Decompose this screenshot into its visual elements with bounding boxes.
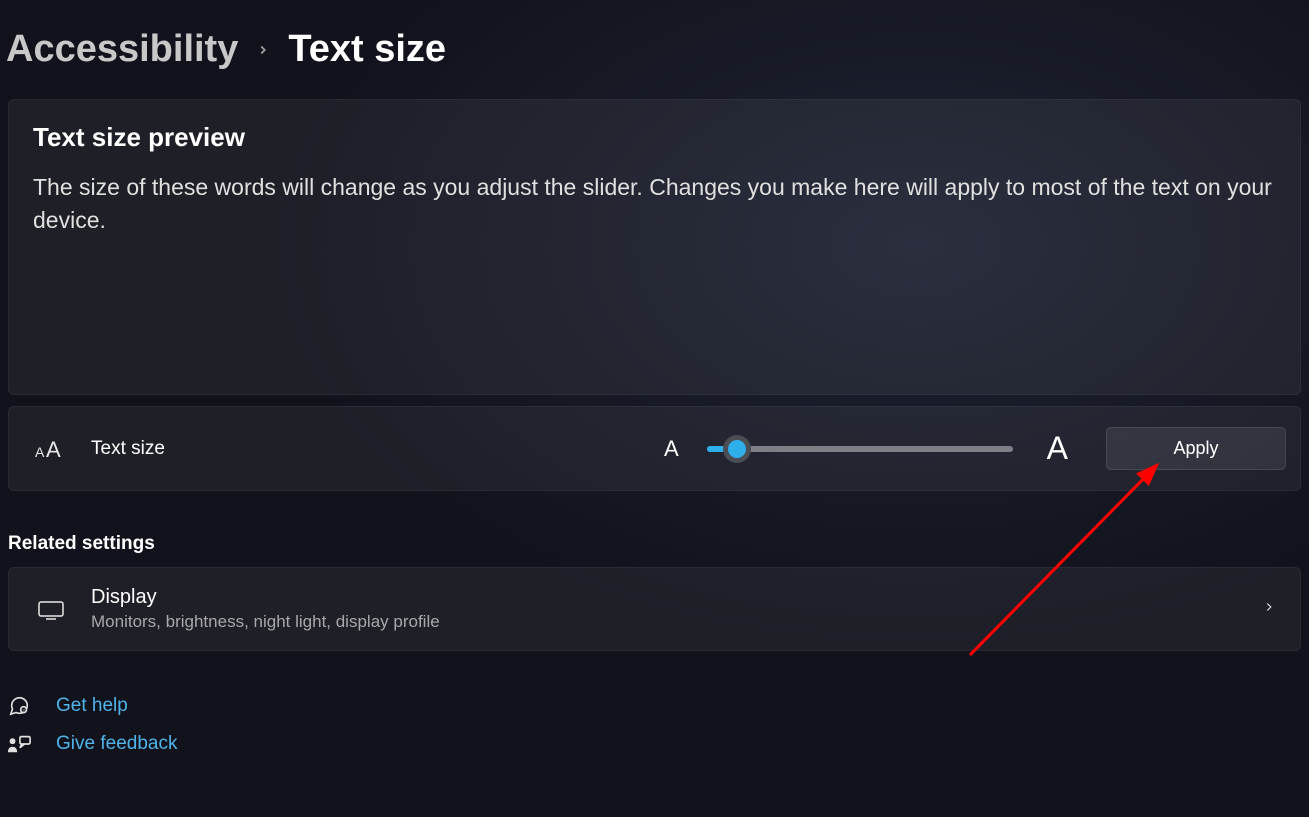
give-feedback-link[interactable]: Give feedback: [56, 733, 177, 755]
preview-body: The size of these words will change as y…: [33, 171, 1276, 238]
help-icon: ?: [6, 695, 32, 717]
preview-title: Text size preview: [33, 122, 1276, 153]
related-item-desc: Monitors, brightness, night light, displ…: [91, 612, 1236, 632]
slider-label: Text size: [91, 438, 165, 460]
display-settings-link[interactable]: Display Monitors, brightness, night ligh…: [8, 567, 1301, 651]
get-help-row: ? Get help: [6, 695, 1303, 717]
help-links: ? Get help Give feedback: [6, 695, 1303, 755]
svg-text:A: A: [46, 437, 61, 461]
breadcrumb-parent[interactable]: Accessibility: [6, 28, 238, 71]
slider-max-marker: A: [1047, 430, 1068, 467]
svg-text:A: A: [35, 444, 45, 460]
give-feedback-row: Give feedback: [6, 733, 1303, 755]
text-size-slider[interactable]: [707, 446, 1013, 452]
breadcrumb-current: Text size: [288, 28, 446, 71]
text-size-icon: A A: [35, 437, 67, 461]
breadcrumb: Accessibility Text size: [0, 0, 1309, 71]
related-item-title: Display: [91, 586, 1236, 609]
text-size-slider-card: A A Text size A A Apply: [8, 406, 1301, 491]
slider-thumb[interactable]: [723, 435, 751, 463]
chevron-right-icon: [1262, 600, 1276, 619]
chevron-right-icon: [256, 43, 270, 57]
apply-button[interactable]: Apply: [1106, 427, 1286, 470]
preview-card: Text size preview The size of these word…: [8, 99, 1301, 395]
display-icon: [37, 598, 65, 620]
related-settings-heading: Related settings: [8, 533, 1301, 555]
slider-min-marker: A: [664, 436, 679, 462]
feedback-icon: [6, 733, 32, 755]
get-help-link[interactable]: Get help: [56, 695, 128, 717]
